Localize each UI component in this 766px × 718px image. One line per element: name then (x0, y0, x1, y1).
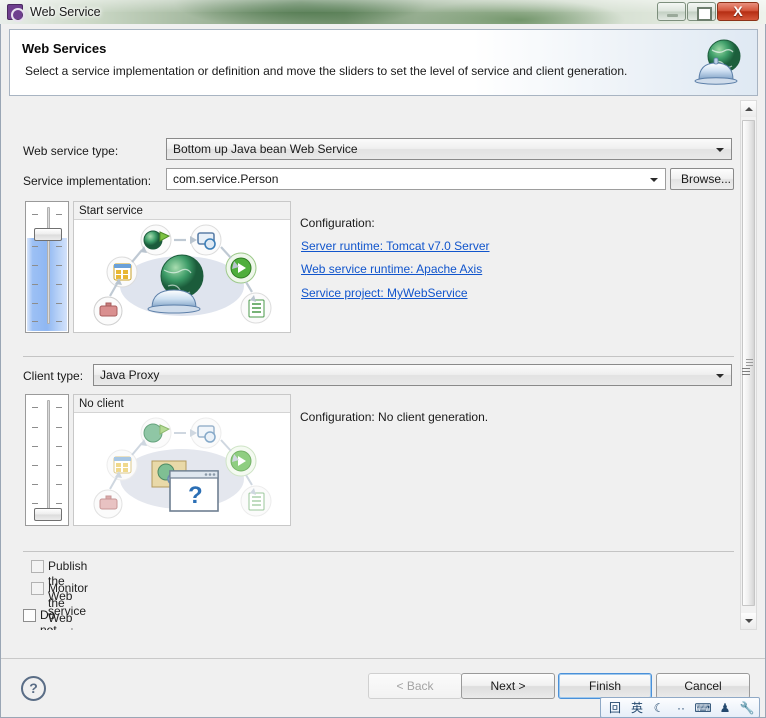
service-slider-track (47, 207, 50, 324)
link-service-project[interactable]: Service project: MyWebService (301, 286, 468, 300)
client-slider-caption: No client (74, 395, 290, 413)
gear-icon (7, 4, 25, 22)
client-slider-thumb[interactable] (34, 508, 62, 521)
scrollbar-grip-icon (746, 359, 753, 368)
vertical-scrollbar[interactable] (740, 100, 757, 630)
svg-text:?: ? (188, 482, 203, 509)
ime-keyboard-icon[interactable]: ⌨ (693, 700, 713, 717)
caret-down-icon (745, 619, 753, 623)
wizard-content: Web service type: Bottom up Java bean We… (9, 100, 758, 630)
web-service-dialog: Web Services Select a service implementa… (0, 24, 766, 718)
help-glyph: ? (29, 680, 38, 696)
chevron-down-icon (716, 148, 724, 152)
link-server-runtime[interactable]: Server runtime: Tomcat v7.0 Server (301, 239, 490, 253)
client-slider[interactable] (25, 394, 69, 526)
checkbox-label: Do not show me this dialog box again. (40, 608, 57, 630)
ime-moon-icon[interactable]: ☾ (649, 700, 669, 717)
wizard-header: Web Services Select a service implementa… (9, 29, 758, 96)
titlebar-gloss (0, 0, 766, 12)
client-panel: No client ? (25, 394, 291, 526)
page-description: Select a service implementation or defin… (25, 64, 628, 78)
browse-button[interactable]: Browse... (670, 168, 734, 190)
client-configuration-text: Configuration: No client generation. (300, 410, 489, 424)
sash-grip-icon[interactable] (742, 368, 750, 379)
service-implementation-value: com.service.Person (173, 172, 279, 186)
web-service-type-value: Bottom up Java bean Web Service (173, 142, 358, 156)
maximize-button[interactable] (687, 2, 716, 21)
web-service-globe-icon (694, 39, 741, 85)
ime-logo-icon[interactable]: 回 (605, 700, 625, 717)
back-button[interactable]: < Back (368, 673, 462, 699)
service-configuration-label: Configuration: (300, 216, 375, 230)
web-service-type-combo[interactable]: Bottom up Java bean Web Service (166, 138, 732, 160)
minimize-button[interactable] (657, 2, 686, 21)
help-icon[interactable]: ? (21, 676, 46, 701)
client-diagram: No client ? (73, 394, 291, 526)
client-type-value: Java Proxy (100, 368, 160, 382)
checkbox-box (31, 582, 44, 595)
scrollbar-thumb[interactable] (742, 120, 755, 606)
client-flow-illustration: ? (93, 417, 272, 519)
service-slider-thumb[interactable] (34, 228, 62, 241)
cancel-button[interactable]: Cancel (656, 673, 750, 699)
ime-toolbar[interactable]: 回 英 ☾ ·· ⌨ ♟ 🔧 (600, 697, 760, 718)
next-button[interactable]: Next > (461, 673, 555, 699)
checkbox-box (23, 609, 36, 622)
chevron-down-icon (716, 374, 724, 378)
ime-user-icon[interactable]: ♟ (715, 700, 735, 717)
client-type-label: Client type: (23, 369, 84, 383)
page-title: Web Services (22, 41, 107, 56)
service-panel: Start service (25, 201, 291, 333)
scroll-down-button[interactable] (741, 613, 756, 629)
service-slider[interactable] (25, 201, 69, 333)
scroll-up-button[interactable] (741, 101, 756, 117)
window-titlebar[interactable]: Web Service X (0, 0, 766, 24)
chevron-down-icon (650, 178, 658, 182)
close-icon: X (733, 3, 743, 19)
ime-language-icon[interactable]: 英 (627, 700, 647, 717)
ime-punctuation-icon[interactable]: ·· (671, 700, 691, 717)
service-implementation-label: Service implementation: (23, 174, 152, 188)
checkbox-box (31, 560, 44, 573)
service-implementation-combo[interactable]: com.service.Person (166, 168, 666, 190)
link-web-service-runtime[interactable]: Web service runtime: Apache Axis (301, 262, 482, 276)
service-flow-illustration (93, 224, 272, 326)
client-type-combo[interactable]: Java Proxy (93, 364, 732, 386)
window-title: Web Service (30, 5, 101, 19)
close-button[interactable]: X (717, 2, 759, 21)
caret-up-icon (745, 107, 753, 111)
separator-service-client (23, 356, 734, 357)
service-diagram: Start service (73, 201, 291, 333)
service-slider-caption: Start service (74, 202, 290, 220)
finish-button[interactable]: Finish (558, 673, 652, 699)
ime-settings-icon[interactable]: 🔧 (737, 700, 757, 717)
scroll-area: Web service type: Bottom up Java bean We… (9, 100, 740, 630)
web-service-type-label: Web service type: (23, 144, 119, 158)
separator-checkboxes (23, 551, 734, 552)
client-slider-track (47, 400, 50, 517)
